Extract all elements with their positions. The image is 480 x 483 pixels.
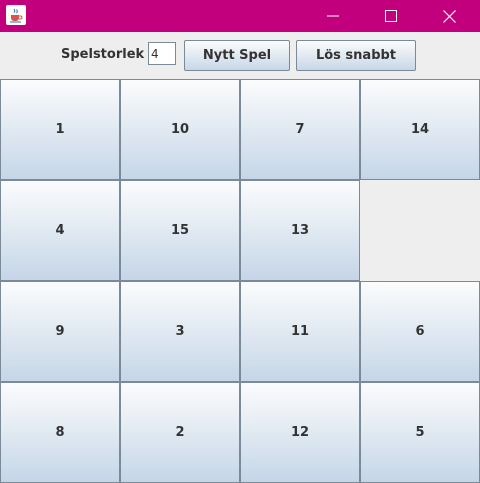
- maximize-icon: [385, 10, 397, 22]
- java-cup-icon: [6, 5, 26, 25]
- minimize-button[interactable]: [310, 0, 356, 32]
- tile-9[interactable]: 9: [0, 281, 120, 382]
- tile-7[interactable]: 7: [240, 79, 360, 180]
- tile-5[interactable]: 5: [360, 382, 480, 483]
- tile-15[interactable]: 15: [120, 180, 240, 281]
- size-label: Spelstorlek: [61, 47, 145, 62]
- new-game-button[interactable]: Nytt Spel: [184, 40, 290, 71]
- tile-4[interactable]: 4: [0, 180, 120, 281]
- tile-3[interactable]: 3: [120, 281, 240, 382]
- tile-10[interactable]: 10: [120, 79, 240, 180]
- tile-13[interactable]: 13: [240, 180, 360, 281]
- solve-fast-button[interactable]: Lös snabbt: [296, 40, 416, 71]
- tile-14[interactable]: 14: [360, 79, 480, 180]
- toolbar: Spelstorlek Nytt Spel Lös snabbt: [0, 32, 480, 78]
- empty-cell: [360, 180, 480, 281]
- tile-11[interactable]: 11: [240, 281, 360, 382]
- puzzle-board: 1 10 7 14 4 15 13 9 3 11 6 8 2 12 5: [0, 79, 480, 483]
- tile-1[interactable]: 1: [0, 79, 120, 180]
- tile-2[interactable]: 2: [120, 382, 240, 483]
- tile-8[interactable]: 8: [0, 382, 120, 483]
- minimize-icon: [327, 15, 339, 17]
- close-icon: [442, 9, 456, 23]
- tile-6[interactable]: 6: [360, 281, 480, 382]
- title-bar[interactable]: [0, 0, 480, 32]
- size-input[interactable]: [148, 42, 176, 65]
- tile-12[interactable]: 12: [240, 382, 360, 483]
- puzzle-window: Spelstorlek Nytt Spel Lös snabbt 110714 4…: [0, 0, 480, 483]
- maximize-button[interactable]: [368, 0, 414, 32]
- close-button[interactable]: [426, 0, 472, 32]
